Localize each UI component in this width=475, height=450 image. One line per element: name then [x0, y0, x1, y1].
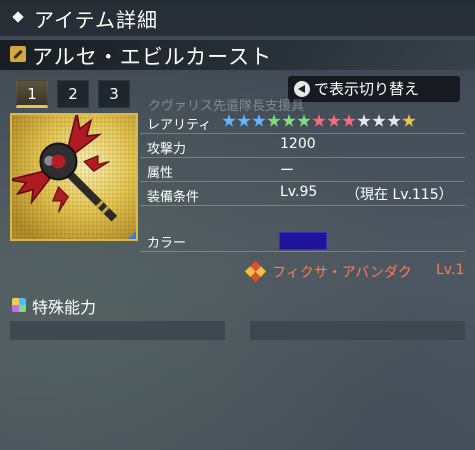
- weapon-category-icon: [10, 46, 26, 62]
- rarity-star-icon: [237, 114, 251, 127]
- diamond-icon: [12, 11, 24, 23]
- row-divider: [140, 181, 465, 182]
- attack-row: 攻撃力 1200: [140, 136, 465, 158]
- mace-icon: [8, 111, 118, 222]
- color-label: カラー: [147, 236, 187, 251]
- attribute-value: ー: [280, 163, 294, 179]
- rarity-star-icon: [357, 114, 371, 127]
- color-swatch: [279, 232, 327, 250]
- window-title: アイテム詳細: [34, 8, 158, 32]
- special-ability-slot-1: [10, 321, 225, 340]
- rarity-star-icon: [312, 114, 326, 127]
- rarity-star-icon: [327, 114, 341, 127]
- special-ability-icon: [12, 298, 26, 312]
- display-toggle-button[interactable]: で表示切り替え: [288, 76, 460, 102]
- rarity-star-icon: [402, 114, 416, 127]
- rarity-stars: [222, 114, 416, 130]
- fixa-name: フィクサ・アバンダク: [272, 265, 412, 281]
- row-divider: [140, 205, 465, 206]
- requirement-row: 装備条件 Lv.95 （現在 Lv.115）: [140, 184, 465, 206]
- tab-1[interactable]: 1: [16, 80, 48, 108]
- rarity-star-icon: [267, 114, 281, 127]
- rarity-star-icon: [387, 114, 401, 127]
- tab-2[interactable]: 2: [57, 80, 89, 108]
- item-name: アルセ・エビルカースト: [32, 45, 273, 69]
- title-bar: アイテム詳細: [0, 0, 475, 36]
- display-toggle-label: で表示切り替え: [314, 80, 420, 98]
- row-divider: [140, 133, 465, 134]
- item-corner-marker: [128, 231, 136, 239]
- rarity-star-icon: [342, 114, 356, 127]
- rarity-star-icon: [252, 114, 266, 127]
- attribute-row: 属性 ー: [140, 160, 465, 182]
- fixa-level: Lv.1: [436, 262, 465, 278]
- item-image: [8, 111, 138, 241]
- rarity-star-icon: [372, 114, 386, 127]
- requirement-value: Lv.95: [280, 184, 318, 200]
- row-divider: [140, 157, 465, 158]
- tab-3[interactable]: 3: [98, 80, 130, 108]
- special-ability-title: 特殊能力: [32, 298, 97, 317]
- requirement-current: （現在 Lv.115）: [346, 187, 453, 203]
- rarity-star-icon: [297, 114, 311, 127]
- rarity-label: レアリティ: [147, 118, 212, 133]
- rarity-star-icon: [222, 114, 236, 127]
- attribute-label: 属性: [147, 166, 174, 181]
- rarity-star-icon: [282, 114, 296, 127]
- attack-value: 1200: [280, 136, 316, 152]
- special-ability-slot-2: [250, 321, 465, 340]
- row-divider: [140, 251, 465, 252]
- requirement-label: 装備条件: [147, 190, 200, 205]
- attack-label: 攻撃力: [147, 142, 187, 157]
